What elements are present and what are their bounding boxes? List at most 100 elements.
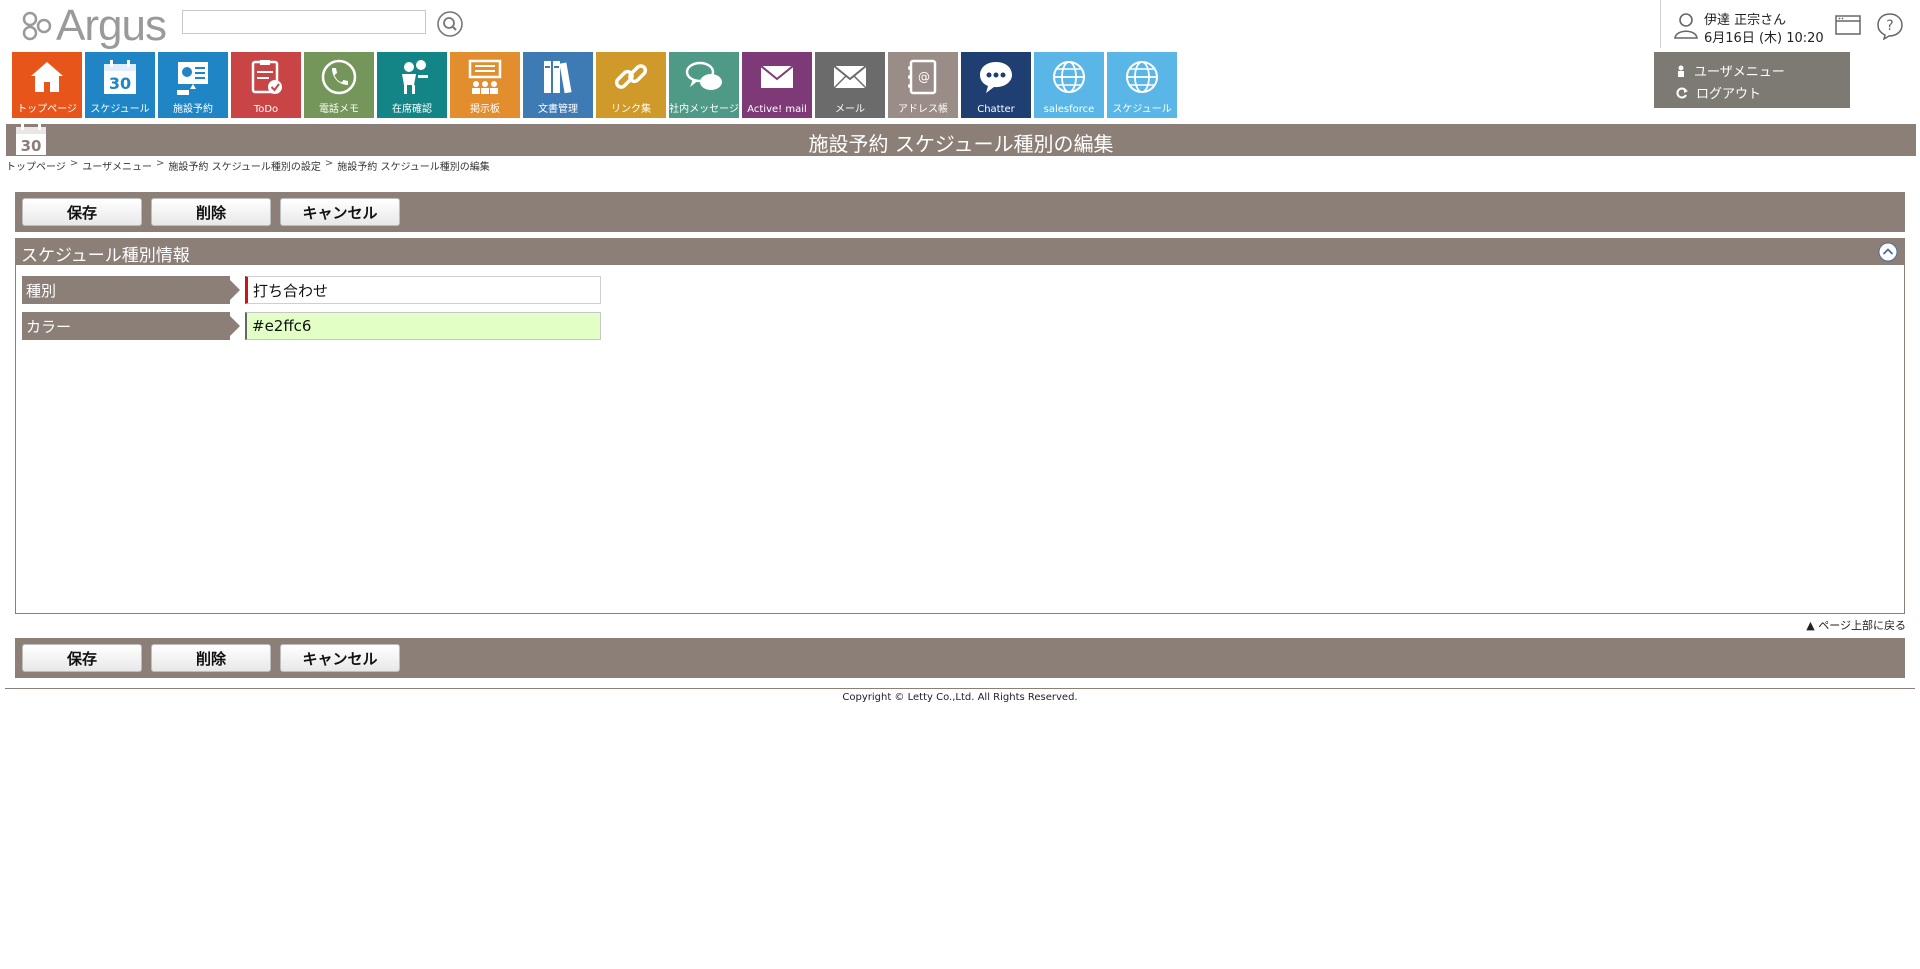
app-tile[interactable]: ToDo [231,52,301,118]
breadcrumb-current: 施設予約 スケジュール種別の編集 [337,162,490,173]
page-title: 施設予約 スケジュール種別の編集 [808,132,1114,156]
app-tile[interactable]: 掲示板 [450,52,520,118]
app-tile[interactable]: 在席確認 [377,52,447,118]
todo-icon [251,60,282,94]
app-tile[interactable]: Chatter [961,52,1031,118]
link-icon [614,64,648,89]
app-tile-label: メール [835,104,865,115]
app-tile[interactable]: 施設予約 [158,52,228,118]
breadcrumb: トップページ > ユーザメニュー > 施設予約 スケジュール種別の設定 > 施設… [6,158,490,173]
action-toolbar-bottom: 保存 削除 キャンセル [15,638,1905,678]
app-tile[interactable]: 社内メッセージ [669,52,739,118]
footer-divider [5,688,1915,689]
label-arrow [230,280,240,300]
type-label: 種別 [22,276,240,304]
app-tile-label: 文書管理 [538,104,578,115]
globe-icon [1126,61,1158,93]
breadcrumb-type-settings[interactable]: 施設予約 スケジュール種別の設定 [168,158,320,173]
page-title-bar: 30 施設予約 スケジュール種別の編集 [6,124,1916,156]
cancel-button[interactable]: キャンセル [280,644,400,672]
user-info-divider [1660,0,1661,48]
presence-icon [402,60,428,94]
svg-text:@: @ [918,70,930,84]
current-datetime: 6月16日 (木) 10:20 [1704,31,1824,46]
app-tile[interactable]: 電話メモ [304,52,374,118]
globe-icon [1053,61,1085,93]
action-toolbar-top: 保存 削除 キャンセル [15,192,1905,232]
mail-icon [833,65,867,89]
phone-icon [321,59,357,95]
search-button[interactable] [436,10,464,38]
logout-icon [1676,87,1688,98]
app-tile[interactable]: 文書管理 [523,52,593,118]
person-icon [1678,65,1684,77]
app-tile-label: 掲示板 [470,104,500,115]
app-tile-label: トップページ [17,104,77,115]
color-label: カラー [22,312,240,340]
calendar-day-number: 30 [109,74,131,93]
help-icon[interactable]: ? [1876,12,1904,40]
breadcrumb-top[interactable]: トップページ [6,158,66,173]
app-tile-label: リンク集 [611,104,651,115]
app-tile[interactable]: 30 スケジュール [85,52,155,118]
color-input[interactable] [245,312,601,340]
app-tile-label: Chatter [977,104,1015,115]
breadcrumb-user-menu[interactable]: ユーザメニュー [82,158,152,173]
app-tile[interactable]: @ アドレス帳 [888,52,958,118]
cancel-button[interactable]: キャンセル [280,198,400,226]
user-name: 伊達 正宗さん [1704,13,1787,28]
panel-header: スケジュール種別情報 [16,239,1904,266]
app-tile[interactable]: Active! mail [742,52,812,118]
schedule-type-panel: スケジュール種別情報 種別 カラー [15,238,1905,614]
message-icon [685,61,722,90]
svg-text:?: ? [1886,18,1893,34]
app-tile[interactable]: salesforce [1034,52,1104,118]
app-tile-label: 在席確認 [392,104,432,115]
app-tile-label: 社内メッセージ [669,104,739,115]
home-icon [31,62,63,92]
breadcrumb-separator: > [324,158,334,169]
save-button[interactable]: 保存 [22,644,142,672]
chatter-icon [980,62,1012,93]
app-tile-label: アドレス帳 [898,104,948,115]
user-avatar-icon [1674,13,1698,39]
app-tile-label: Active! mail [747,104,807,115]
type-input[interactable] [245,276,601,304]
calendar-icon: 30 [104,60,136,94]
breadcrumb-separator: > [156,158,165,169]
search-icon [437,11,463,37]
app-tile[interactable]: トップページ [12,52,82,118]
app-tile-label: ToDo [253,104,279,115]
address-book-icon: @ [908,59,937,95]
app-tile-label: 施設予約 [173,104,213,115]
label-arrow [230,316,240,336]
user-menu-label: ユーザメニュー [1694,65,1785,80]
user-menu-panel: ユーザメニュー ログアウト [1654,52,1850,108]
delete-button[interactable]: 削除 [151,644,271,672]
panel-title: スケジュール種別情報 [21,246,190,266]
app-tile[interactable]: リンク集 [596,52,666,118]
search-input[interactable] [182,10,426,34]
user-menu-link[interactable]: ユーザメニュー [1676,61,1785,80]
document-icon [544,61,572,94]
delete-button[interactable]: 削除 [151,198,271,226]
facility-icon [177,62,208,95]
window-icon[interactable] [1835,14,1861,36]
breadcrumb-separator: > [69,158,79,169]
color-label-text: カラー [26,318,72,336]
type-label-text: 種別 [26,282,57,300]
argus-logo-icon [22,11,52,41]
back-to-top-link[interactable]: ▲ ページ上部に戻る [1806,617,1906,633]
app-logo[interactable]: Argus [22,1,167,50]
logout-link[interactable]: ログアウト [1676,83,1761,102]
save-button[interactable]: 保存 [22,198,142,226]
app-tile-label: 電話メモ [319,104,359,115]
app-tile-bar: トップページ 30 スケジュール 施設予約 ToDo 電話メモ 在席確認 掲示板 文書管理 リンク… [12,52,1177,118]
app-tile[interactable]: スケジュール [1107,52,1177,118]
board-icon [468,59,502,94]
copyright: Copyright © Letty Co.,Ltd. All Rights Re… [842,692,1078,703]
app-tile[interactable]: メール [815,52,885,118]
collapse-icon[interactable] [1878,242,1898,262]
app-tile-label: スケジュール [90,104,150,115]
app-tile-label: salesforce [1043,104,1095,115]
